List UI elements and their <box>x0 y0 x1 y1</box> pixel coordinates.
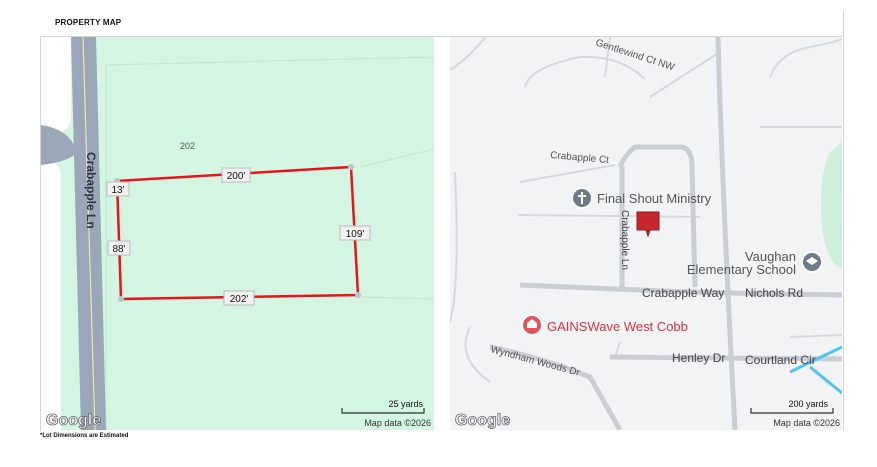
poi-final-shout-label: Final Shout Ministry <box>597 191 712 206</box>
street-map[interactable]: Gentlewind Ct NW Crabapple Ct Crabapple … <box>450 37 842 430</box>
dim-bottom-label: 202' <box>230 294 249 305</box>
map-background <box>450 37 842 430</box>
dim-left: 88' <box>107 240 131 256</box>
dim-bottom: 202' <box>223 290 255 306</box>
lot-map-canvas: Crabapple Ln 202 200' 13' 88' 109' 202' <box>41 37 434 430</box>
dim-left-label: 88' <box>112 244 125 255</box>
dim-top-label: 200' <box>227 171 246 182</box>
dim-left-top: 13' <box>106 181 130 197</box>
google-logo: Google <box>46 412 101 429</box>
scale-label: 25 yards <box>388 399 423 409</box>
street-map-canvas: Gentlewind Ct NW Crabapple Ct Crabapple … <box>450 37 842 430</box>
road-label: Crabapple Ln <box>84 152 98 229</box>
adjacent-parcel <box>41 37 71 135</box>
scale-label: 200 yards <box>788 399 828 409</box>
section-title: PROPERTY MAP <box>55 18 122 27</box>
section-header: PROPERTY MAP <box>40 11 842 37</box>
lot-number: 202 <box>180 141 195 151</box>
poi-gainswave-label: GAINSWave West Cobb <box>547 319 688 334</box>
poi-school-label-2: Elementary School <box>687 262 796 277</box>
attribution[interactable]: Map data ©2026 <box>773 418 840 428</box>
google-logo: Google <box>455 412 510 429</box>
dim-left-top-label: 13' <box>111 185 124 196</box>
dim-right-label: 109' <box>346 229 365 240</box>
street-label-crabapple-ln: Crabapple Ln <box>619 210 630 270</box>
street-label-courtland: Courtland Cir <box>745 353 816 367</box>
attribution[interactable]: Map data ©2026 <box>364 418 431 428</box>
dim-right: 109' <box>339 225 371 241</box>
boundary-vertex <box>348 164 354 170</box>
adjacent-parcel-2 <box>41 162 61 430</box>
street-label-henley: Henley Dr <box>672 351 725 365</box>
lot-map[interactable]: Crabapple Ln 202 200' 13' 88' 109' 202' <box>41 37 434 430</box>
boundary-vertex <box>118 296 124 302</box>
footnote: *Lot Dimensions are Estimated <box>40 433 129 439</box>
boundary-vertex <box>355 292 361 298</box>
street-label-crabapple-way: Crabapple Way <box>642 286 724 300</box>
street-label-nichols-rd: Nichols Rd <box>745 286 803 300</box>
dim-top: 200' <box>221 167 251 183</box>
